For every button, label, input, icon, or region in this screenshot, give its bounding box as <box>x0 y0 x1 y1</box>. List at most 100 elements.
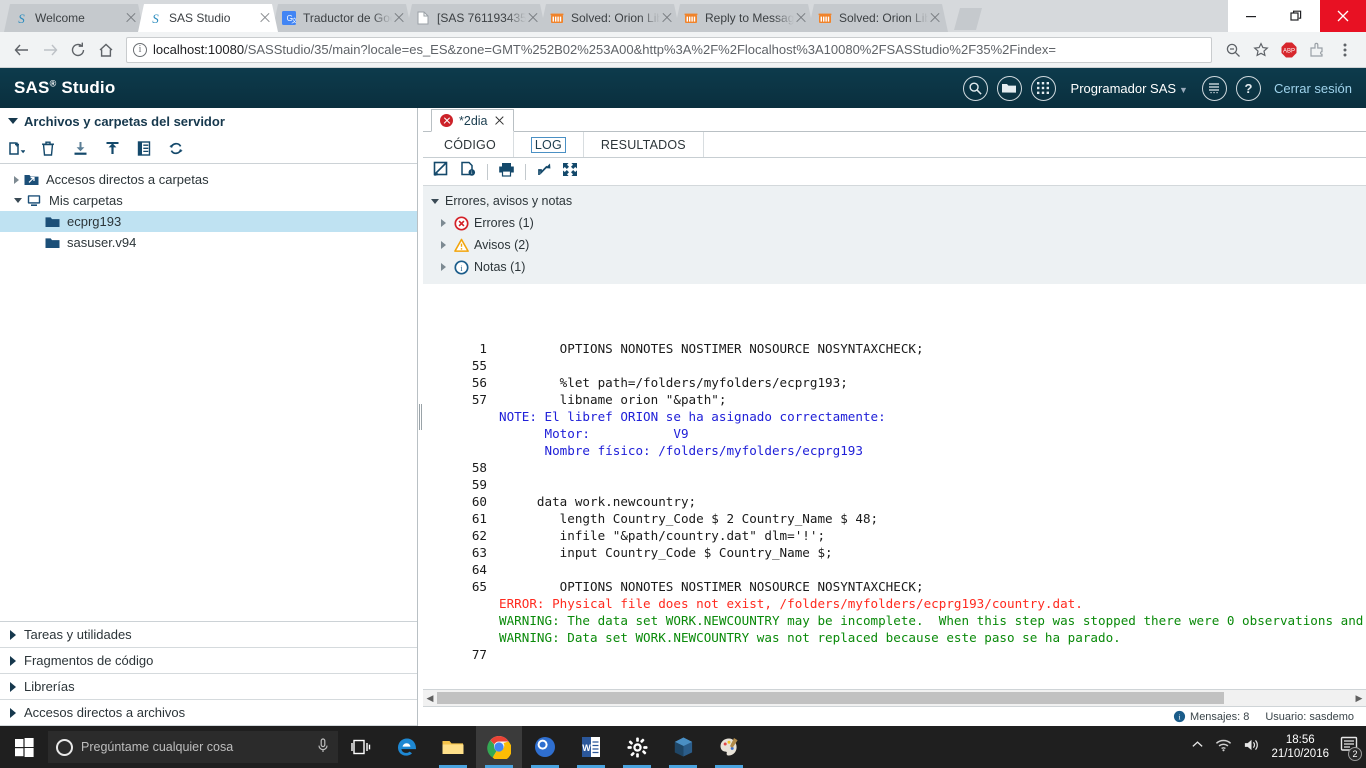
chrome-menu-icon[interactable] <box>1332 37 1358 63</box>
browser-tab-4[interactable]: Solved: Orion Libra <box>540 4 680 32</box>
nav-section-tareas-y-utilidades[interactable]: Tareas y utilidades <box>0 622 417 648</box>
options-menu-icon[interactable] <box>1201 75 1227 101</box>
download-icon[interactable] <box>70 139 90 159</box>
settings-icon[interactable] <box>614 726 660 768</box>
sub-tab-resultados[interactable]: RESULTADOS <box>584 132 704 157</box>
logout-link[interactable]: Cerrar sesión <box>1274 81 1352 96</box>
close-icon[interactable] <box>526 11 540 25</box>
browser-tab-3[interactable]: [SAS 7611934359] <box>406 4 546 32</box>
browser-tab-6[interactable]: Solved: Orion Libra <box>808 4 948 32</box>
taskbar-clock[interactable]: 18:56 21/10/2016 <box>1271 733 1329 761</box>
nav-section-librerías[interactable]: Librerías <box>0 674 417 700</box>
adblock-icon[interactable]: ABP <box>1276 37 1302 63</box>
open-in-new-window-icon[interactable] <box>536 162 552 182</box>
extension-icon[interactable] <box>1304 37 1330 63</box>
word-icon[interactable]: W <box>568 726 614 768</box>
scroll-thumb[interactable] <box>437 692 1224 704</box>
tree-item-accesos-directos-a-carpetas[interactable]: Accesos directos a carpetas <box>0 169 417 190</box>
expand-triangle-icon[interactable] <box>14 198 22 203</box>
new-tab-button[interactable] <box>954 8 982 30</box>
restore-button[interactable] <box>1274 0 1320 32</box>
log-horizontal-scrollbar[interactable]: ◀ ▶ <box>423 689 1366 706</box>
action-center-icon[interactable]: 2 <box>1340 736 1362 761</box>
scroll-right-arrow-icon[interactable]: ▶ <box>1352 693 1366 704</box>
close-icon[interactable] <box>794 11 808 25</box>
zoom-out-icon[interactable] <box>1220 37 1246 63</box>
tree-item-ecprg193[interactable]: ecprg193 <box>0 211 417 232</box>
close-icon[interactable] <box>928 11 942 25</box>
summary-item-note[interactable]: i Notas (1) <box>429 256 1360 278</box>
refresh-icon[interactable] <box>166 139 186 159</box>
address-bar[interactable]: i localhost:10080/SASStudio/35/main?loca… <box>126 36 1212 63</box>
sub-tab-log[interactable]: LOG <box>514 132 584 157</box>
properties-icon[interactable] <box>134 139 154 159</box>
log-line-number: 62 <box>471 528 487 543</box>
site-info-icon[interactable]: i <box>133 42 147 57</box>
scroll-track[interactable] <box>437 692 1352 704</box>
browser-tab-0[interactable]: S Welcome <box>4 4 144 32</box>
nav-section-fragmentos-de-código[interactable]: Fragmentos de código <box>0 648 417 674</box>
delete-icon[interactable] <box>38 139 58 159</box>
browser-blue-icon[interactable] <box>522 726 568 768</box>
close-icon[interactable] <box>124 11 138 25</box>
close-icon[interactable] <box>258 11 272 25</box>
collapse-triangle-icon[interactable] <box>441 219 446 227</box>
browser-tab-1[interactable]: S SAS Studio <box>138 4 278 32</box>
server-files-section-header[interactable]: Archivos y carpetas del servidor <box>0 108 417 134</box>
forward-button[interactable] <box>36 36 64 64</box>
file-explorer-icon[interactable] <box>430 726 476 768</box>
nav-section-label: Fragmentos de código <box>24 653 154 668</box>
task-view-icon[interactable] <box>338 726 384 768</box>
virtualbox-icon[interactable] <box>660 726 706 768</box>
help-icon[interactable]: ? <box>1235 75 1261 101</box>
show-hidden-icons-icon[interactable] <box>1191 738 1204 756</box>
bookmark-star-icon[interactable] <box>1248 37 1274 63</box>
clear-log-icon[interactable] <box>433 161 450 182</box>
close-button[interactable] <box>1320 0 1366 32</box>
paint-icon[interactable] <box>706 726 752 768</box>
browser-tab-2[interactable]: G 文 Traductor de Goog <box>272 4 412 32</box>
sub-tab-código[interactable]: CÓDIGO <box>427 132 514 157</box>
close-icon[interactable] <box>392 11 406 25</box>
tree-item-mis-carpetas[interactable]: Mis carpetas <box>0 190 417 211</box>
new-file-icon[interactable] <box>6 139 26 159</box>
tree-item-sasuser-v94[interactable]: sasuser.v94 <box>0 232 417 253</box>
sas-log-output[interactable]: 1 OPTIONS NONOTES NOSTIMER NOSOURCE NOSY… <box>423 284 1366 689</box>
upload-icon[interactable] <box>102 139 122 159</box>
log-line-text: length Country_Code $ 2 Country_Name $ 4… <box>499 511 879 526</box>
reload-button[interactable] <box>64 36 92 64</box>
browser-tab-5[interactable]: Reply to Message - <box>674 4 814 32</box>
print-icon[interactable] <box>498 162 515 182</box>
server-files-tree[interactable]: Accesos directos a carpetas Mis carpetas e… <box>0 164 417 621</box>
collapse-triangle-icon[interactable] <box>441 263 446 271</box>
editor-tab-2dia[interactable]: *2dia <box>431 109 514 132</box>
cortana-search-box[interactable]: Pregúntame cualquier cosa <box>48 731 338 763</box>
messages-status[interactable]: i Mensajes: 8 <box>1173 710 1249 723</box>
microphone-icon[interactable] <box>316 738 330 756</box>
summary-item-warning[interactable]: Avisos (2) <box>429 234 1360 256</box>
back-button[interactable] <box>8 36 36 64</box>
edge-icon[interactable] <box>384 726 430 768</box>
close-icon[interactable] <box>660 11 674 25</box>
close-icon[interactable] <box>494 115 505 126</box>
search-icon[interactable] <box>962 75 988 101</box>
minimize-button[interactable] <box>1228 0 1274 32</box>
nav-section-accesos-directos-a-archivos[interactable]: Accesos directos a archivos <box>0 700 417 726</box>
home-button[interactable] <box>92 36 120 64</box>
windows-start-icon[interactable] <box>0 726 48 768</box>
chrome-icon[interactable] <box>476 726 522 768</box>
network-icon[interactable] <box>1215 738 1232 757</box>
log-properties-icon[interactable]: i <box>460 161 477 182</box>
volume-icon[interactable] <box>1243 738 1260 757</box>
maximize-view-icon[interactable] <box>562 162 578 182</box>
summary-item-error[interactable]: Errores (1) <box>429 212 1360 234</box>
apps-grid-icon[interactable] <box>1030 75 1056 101</box>
search-placeholder: Pregúntame cualquier cosa <box>81 740 234 754</box>
user-mode-dropdown[interactable]: Programador SAS ▼ <box>1071 81 1188 96</box>
collapse-triangle-icon[interactable] <box>14 175 19 184</box>
log-line-number: 64 <box>471 562 487 577</box>
summary-header[interactable]: Errores, avisos y notas <box>429 190 1360 212</box>
collapse-triangle-icon[interactable] <box>441 241 446 249</box>
open-folder-icon[interactable] <box>996 75 1022 101</box>
scroll-left-arrow-icon[interactable]: ◀ <box>423 693 437 704</box>
